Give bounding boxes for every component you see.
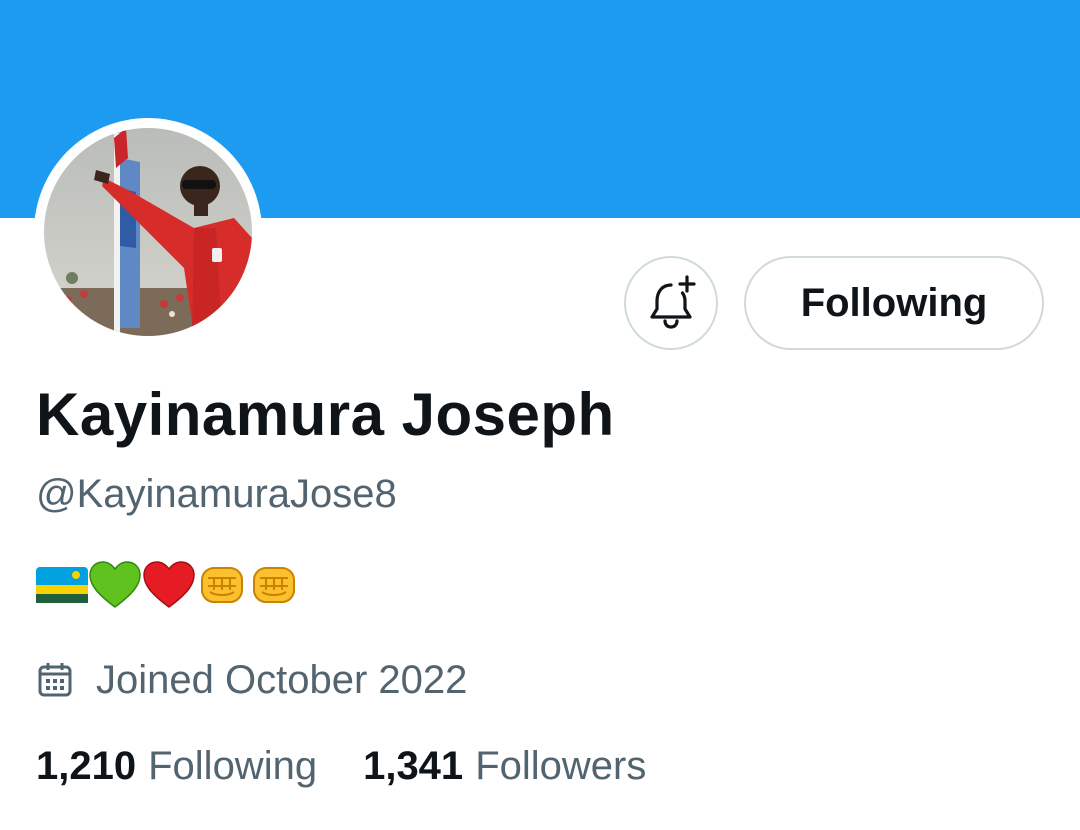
followers-stat-link[interactable]: 1,341 Followers — [363, 744, 646, 789]
joined-date: Joined October 2022 — [36, 652, 467, 708]
joined-text: Joined October 2022 — [96, 657, 468, 702]
follow-stats: 1,210 Following 1,341 Followers — [36, 744, 646, 789]
avatar-photo — [44, 128, 252, 336]
following-button[interactable]: Following — [744, 256, 1044, 350]
profile-handle: @KayinamuraJose8 — [36, 472, 397, 516]
following-label: Following — [148, 744, 318, 788]
rwanda-flag-icon — [36, 567, 88, 603]
followers-count: 1,341 — [363, 744, 464, 788]
profile-avatar[interactable] — [34, 118, 262, 346]
following-count: 1,210 — [36, 744, 137, 788]
following-stat-link[interactable]: 1,210 Following — [36, 744, 317, 789]
raised-fist-icon — [201, 567, 243, 603]
bell-plus-icon — [650, 275, 696, 329]
profile-bio — [36, 560, 300, 610]
raised-fist-icon — [253, 567, 295, 603]
red-heart-icon — [143, 561, 195, 608]
followers-label: Followers — [475, 744, 647, 788]
green-heart-icon — [89, 561, 141, 608]
notify-button[interactable] — [624, 256, 718, 350]
calendar-icon — [38, 663, 72, 697]
profile-name: Kayinamura Joseph — [36, 381, 615, 448]
